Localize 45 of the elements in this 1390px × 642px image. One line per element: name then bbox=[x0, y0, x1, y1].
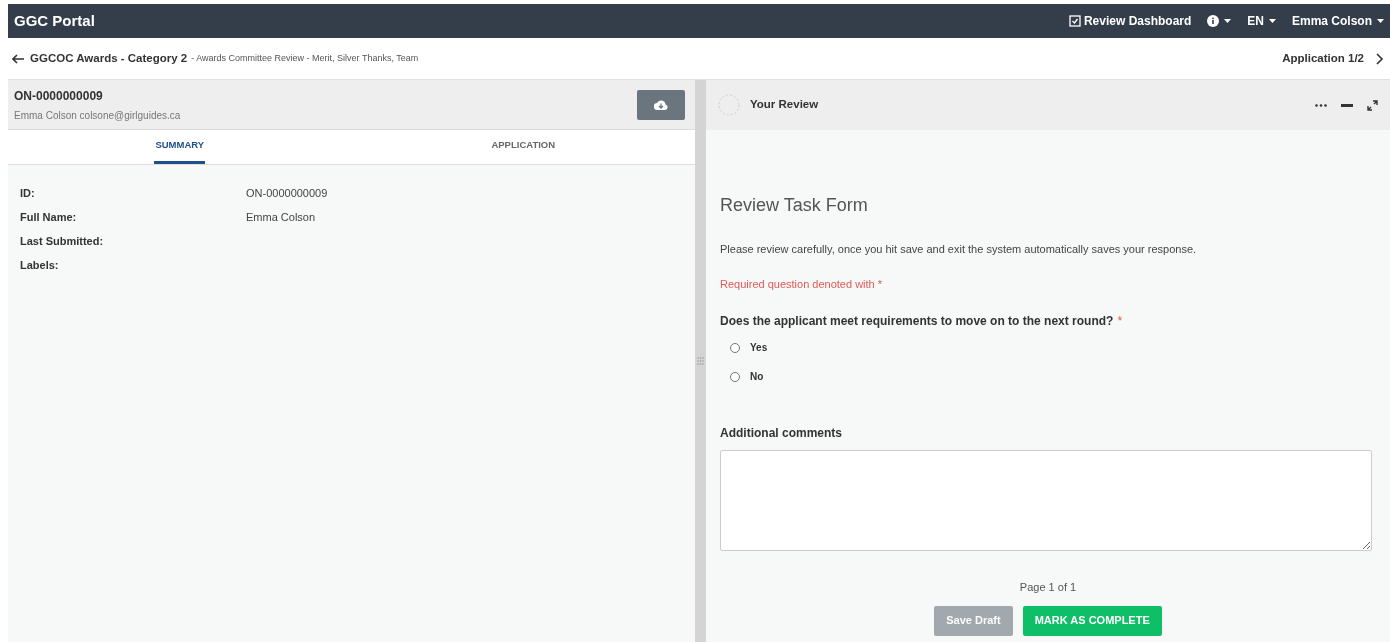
info-icon bbox=[1207, 15, 1220, 27]
tab[interactable]: SUMMARY bbox=[154, 130, 206, 164]
expand-icon[interactable] bbox=[1367, 99, 1378, 111]
required-note: Required question denoted with * bbox=[720, 276, 884, 292]
field-label: ID: bbox=[20, 186, 36, 201]
tab[interactable]: APPLICATION bbox=[490, 130, 557, 164]
field-value: Emma Colson bbox=[246, 210, 316, 225]
radio-button[interactable] bbox=[730, 371, 740, 382]
progress-ring-icon bbox=[718, 94, 740, 116]
field-value: ON-0000000009 bbox=[246, 186, 328, 201]
panel-title: Your Review bbox=[750, 97, 819, 113]
chevron-right-icon[interactable] bbox=[1376, 52, 1384, 65]
comments-field[interactable] bbox=[720, 450, 1372, 551]
back-arrow-icon[interactable] bbox=[12, 53, 24, 64]
checkbox-icon bbox=[1068, 15, 1081, 27]
app-title: GGC Portal bbox=[14, 10, 95, 31]
breadcrumb-title: GGCOC Awards - Category 2 bbox=[30, 50, 188, 66]
info-dropdown[interactable] bbox=[1207, 15, 1232, 27]
field-label: Additional comments bbox=[720, 425, 843, 442]
form-title: Review Task Form bbox=[720, 194, 869, 217]
language-dropdown[interactable]: EN bbox=[1247, 12, 1276, 30]
review-dashboard-link[interactable]: Review Dashboard bbox=[1068, 12, 1192, 30]
application-counter: Application 1/2 bbox=[1282, 50, 1364, 66]
cloud-download-icon bbox=[654, 99, 668, 110]
option-label: Yes bbox=[750, 341, 768, 355]
caret-icon bbox=[1224, 19, 1232, 23]
applicant-id: ON-0000000009 bbox=[14, 87, 104, 105]
radio-button[interactable] bbox=[730, 342, 740, 353]
caret-icon bbox=[1377, 19, 1384, 23]
question-label: Does the applicant meet requirements to move on to the next round? bbox=[720, 313, 1114, 330]
field-label: Last Submitted: bbox=[20, 234, 105, 249]
minimize-icon[interactable] bbox=[1341, 103, 1353, 107]
option-label: No bbox=[750, 370, 764, 384]
user-dropdown[interactable]: Emma Colson bbox=[1292, 12, 1384, 30]
form-instructions: Please review carefully, once you hit save and exit the system automatically saves your response. bbox=[720, 242, 1198, 257]
applicant-contact: Emma Colson colsone@girlguides.ca bbox=[14, 108, 181, 123]
field-label: Full Name: bbox=[20, 210, 78, 225]
caret-icon bbox=[1269, 19, 1276, 23]
field-label: Labels: bbox=[20, 258, 60, 273]
required-mark: * bbox=[1117, 313, 1123, 330]
page-indicator: Page 1 of 1 bbox=[1019, 580, 1077, 595]
more-icon[interactable] bbox=[1315, 103, 1327, 107]
download-button[interactable] bbox=[637, 89, 685, 120]
breadcrumb-subtitle: - Awards Committee Review - Merit, Silver Thanks, Team bbox=[191, 51, 419, 65]
drag-handle-icon[interactable] bbox=[697, 357, 704, 365]
